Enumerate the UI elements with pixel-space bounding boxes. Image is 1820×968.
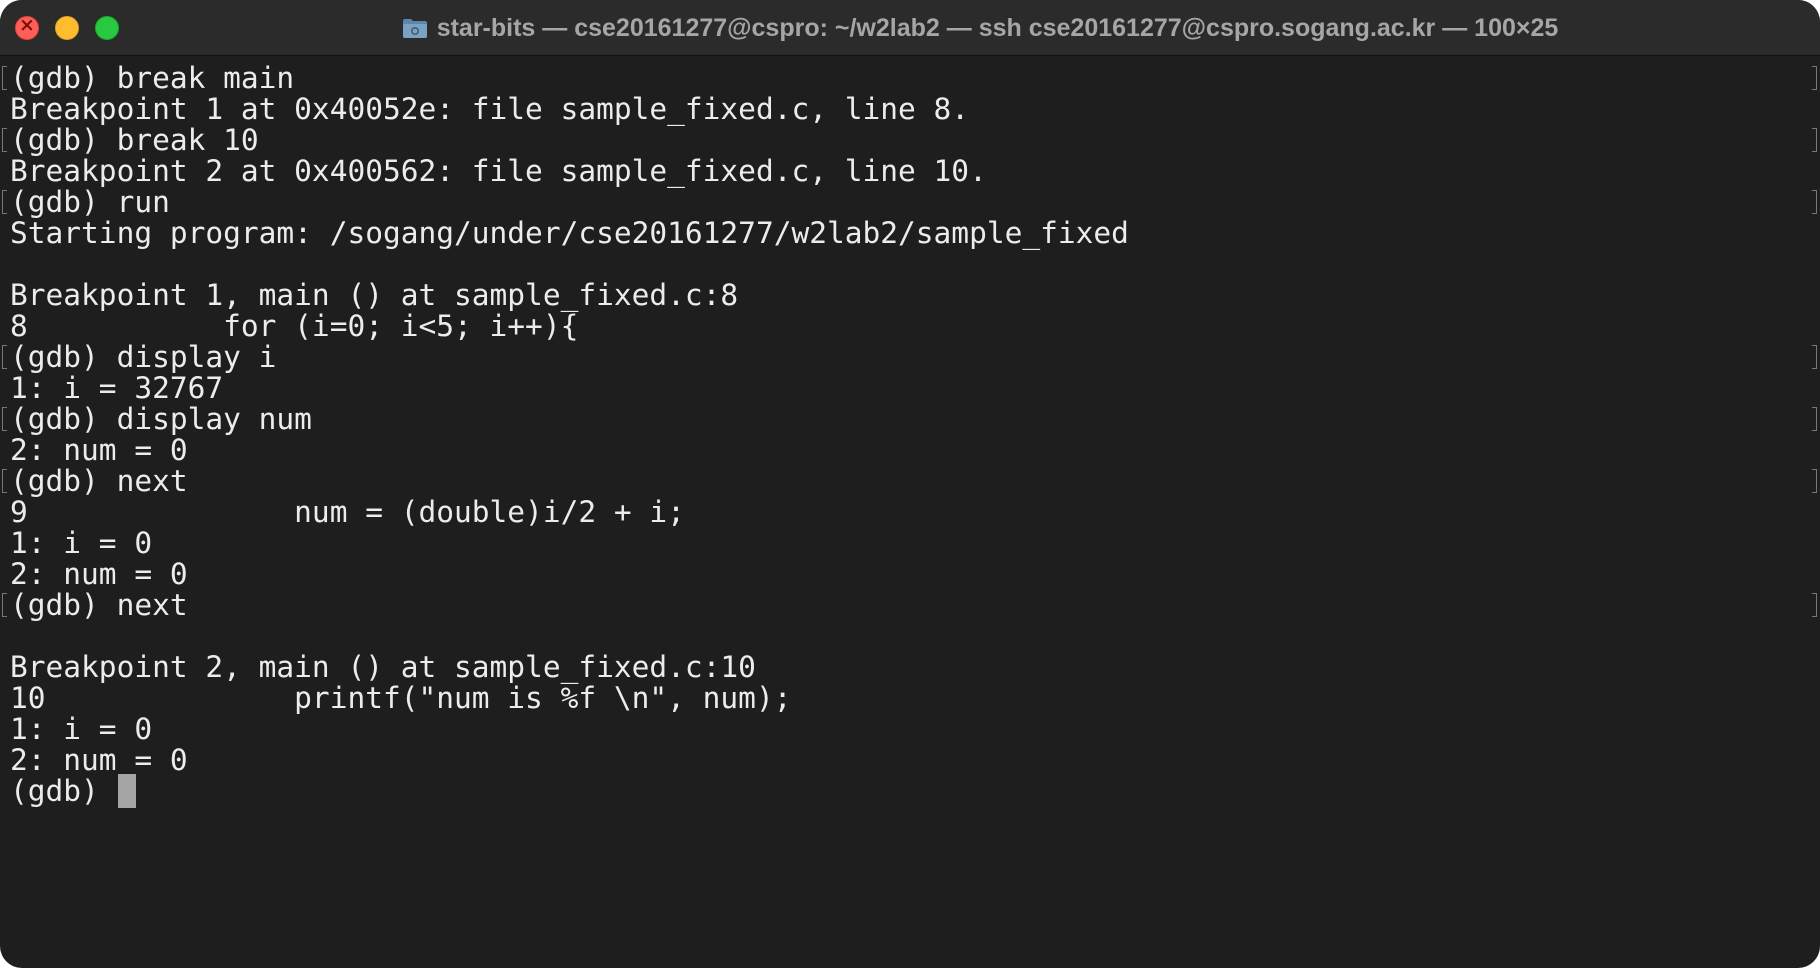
title-bar[interactable]: star-bits — cse20161277@cspro: ~/w2lab2 … [0,0,1820,56]
folder-icon [402,17,428,39]
command-mark-left [2,407,7,431]
window-title: star-bits — cse20161277@cspro: ~/w2lab2 … [436,13,1559,42]
window-title-group: star-bits — cse20161277@cspro: ~/w2lab2 … [0,0,1820,56]
terminal-line-text: (gdb) [10,774,117,808]
command-mark-right [1812,407,1817,431]
command-mark-right [1812,128,1817,152]
command-mark-left [2,128,7,152]
command-mark-right [1812,469,1817,493]
prompt-line: (gdb) [0,773,1820,809]
command-mark-right [1812,66,1817,90]
terminal-output[interactable]: (gdb) break main Breakpoint 1 at 0x40052e… [0,61,1820,968]
command-mark-right [1812,345,1817,369]
command-mark-left [2,593,7,617]
command-mark-left [2,66,7,90]
terminal-window: star-bits — cse20161277@cspro: ~/w2lab2 … [0,0,1820,968]
command-mark-right [1812,593,1817,617]
text-cursor [118,774,136,808]
command-mark-left [2,190,7,214]
command-mark-left [2,469,7,493]
command-mark-right [1812,190,1817,214]
command-mark-left [2,345,7,369]
